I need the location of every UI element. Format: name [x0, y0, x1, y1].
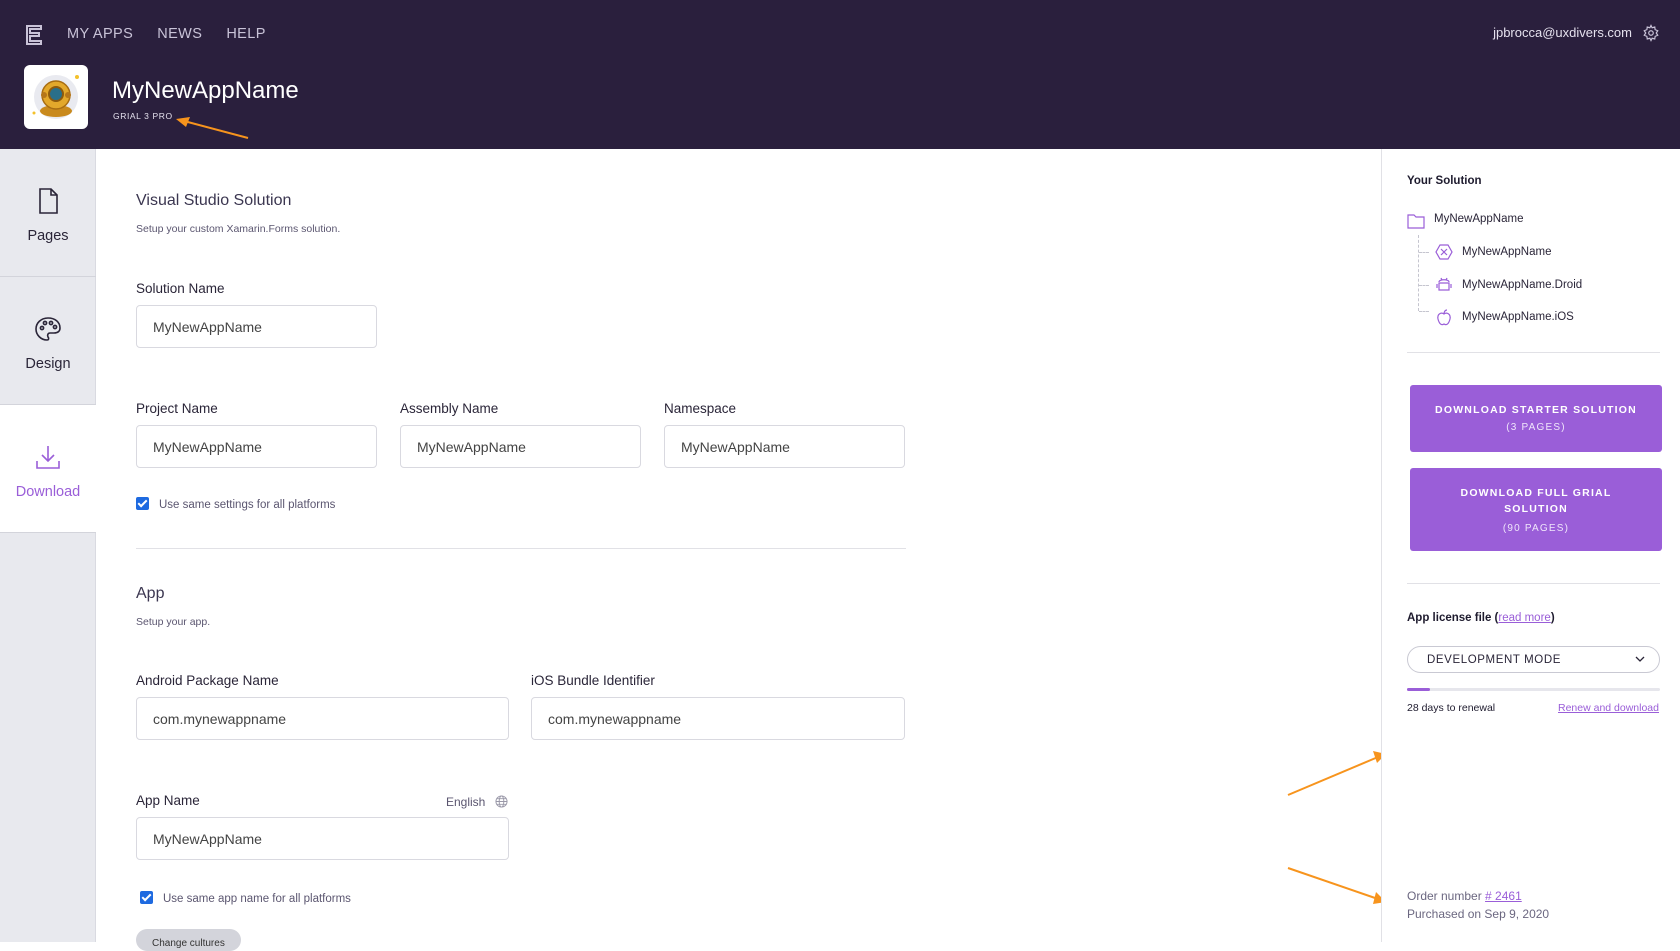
ios-bundle-input[interactable]	[531, 697, 905, 740]
download-starter-label: DOWNLOAD STARTER SOLUTION	[1435, 404, 1637, 416]
app-section-subtitle: Setup your app.	[136, 616, 211, 628]
panel-divider	[1407, 352, 1660, 353]
solution-panel-title: Your Solution	[1407, 175, 1482, 187]
user-email[interactable]: jpbrocca@uxdivers.com	[1493, 25, 1632, 40]
project-item-shared[interactable]: MyNewAppName	[1462, 246, 1551, 258]
left-sidebar: Pages Design Download	[0, 149, 96, 942]
assembly-name-input[interactable]	[400, 425, 641, 468]
folder-icon	[1407, 214, 1425, 229]
solution-panel: Your Solution MyNewAppName MyNewAppName …	[1381, 149, 1680, 942]
vs-solution-title: Visual Studio Solution	[136, 192, 292, 209]
project-name-label: Project Name	[136, 401, 218, 416]
download-starter-button[interactable]: DOWNLOAD STARTER SOLUTION (3 PAGES)	[1410, 385, 1662, 452]
download-full-sub: (90 PAGES)	[1502, 523, 1570, 534]
tree-connector	[1419, 252, 1429, 253]
namespace-input[interactable]	[664, 425, 905, 468]
app-name-input[interactable]	[136, 817, 509, 860]
vs-solution-subtitle: Setup your custom Xamarin.Forms solution…	[136, 223, 341, 235]
download-starter-sub: (3 PAGES)	[1506, 422, 1566, 433]
download-full-button[interactable]: DOWNLOAD FULL GRIAL SOLUTION (90 PAGES)	[1410, 468, 1662, 551]
same-settings-label: Use same settings for all platforms	[159, 499, 336, 511]
renew-download-link[interactable]: Renew and download	[1558, 702, 1659, 714]
order-number-link[interactable]: # 2461	[1485, 889, 1522, 903]
tree-connector	[1418, 235, 1419, 311]
sidebar-item-pages[interactable]: Pages	[0, 149, 96, 277]
order-number: Order number # 2461	[1407, 889, 1522, 903]
panel-divider	[1407, 583, 1660, 584]
license-mode-select[interactable]: DEVELOPMENT MODE	[1407, 646, 1660, 673]
app-section-title: App	[136, 585, 165, 602]
order-label: Order number	[1407, 889, 1482, 903]
same-app-name-label: Use same app name for all platforms	[163, 893, 351, 905]
change-cultures-button[interactable]: Change cultures	[136, 929, 241, 951]
sidebar-item-design[interactable]: Design	[0, 277, 96, 405]
assembly-name-label: Assembly Name	[400, 401, 499, 416]
solution-name-input[interactable]	[136, 305, 377, 348]
chevron-down-icon	[1635, 656, 1645, 662]
purchase-date: Purchased on Sep 9, 2020	[1407, 907, 1550, 921]
apple-icon	[1437, 309, 1451, 326]
download-icon	[36, 446, 60, 469]
android-package-input[interactable]	[136, 697, 509, 740]
same-app-name-checkbox[interactable]	[140, 891, 153, 904]
ios-bundle-label: iOS Bundle Identifier	[531, 673, 655, 688]
download-full-label: DOWNLOAD FULL GRIAL SOLUTION	[1460, 487, 1612, 515]
license-label-text: App license file	[1407, 612, 1492, 624]
android-package-label: Android Package Name	[136, 673, 279, 688]
solution-name-label: Solution Name	[136, 281, 225, 296]
globe-icon[interactable]	[495, 795, 508, 808]
sidebar-item-label: Download	[15, 484, 81, 500]
tree-connector	[1419, 285, 1429, 286]
annotation-arrow	[1287, 751, 1386, 904]
main-content: Visual Studio Solution Setup your custom…	[96, 149, 1386, 951]
android-icon	[1436, 277, 1452, 291]
section-divider	[136, 548, 906, 549]
project-item-droid[interactable]: MyNewAppName.Droid	[1462, 279, 1582, 291]
sidebar-item-label: Pages	[27, 228, 69, 244]
same-settings-checkbox[interactable]	[136, 497, 149, 510]
gear-icon[interactable]	[1642, 24, 1660, 42]
license-label: App license file (read more)	[1407, 612, 1555, 624]
solution-root[interactable]: MyNewAppName	[1434, 213, 1523, 225]
palette-icon	[35, 317, 61, 341]
file-icon	[39, 188, 58, 214]
tree-connector	[1419, 311, 1429, 312]
sidebar-item-label: Design	[25, 356, 71, 372]
app-name-label: App Name	[136, 793, 200, 808]
renewal-text: 28 days to renewal	[1407, 702, 1496, 714]
namespace-label: Namespace	[664, 401, 737, 416]
language-selector[interactable]: English	[446, 795, 485, 809]
read-more-link[interactable]: read more	[1498, 612, 1550, 624]
sidebar-item-download[interactable]: Download	[0, 405, 96, 533]
license-mode-value: DEVELOPMENT MODE	[1427, 654, 1561, 666]
project-item-ios[interactable]: MyNewAppName.iOS	[1462, 311, 1574, 323]
xamarin-icon	[1435, 244, 1453, 260]
annotation-arrow	[176, 117, 249, 139]
project-name-input[interactable]	[136, 425, 377, 468]
top-header: MY APPS NEWS HELP jpbrocca@uxdivers.com …	[0, 0, 1680, 149]
renewal-progress-fill	[1407, 688, 1430, 691]
renewal-progress-bar	[1407, 688, 1660, 691]
